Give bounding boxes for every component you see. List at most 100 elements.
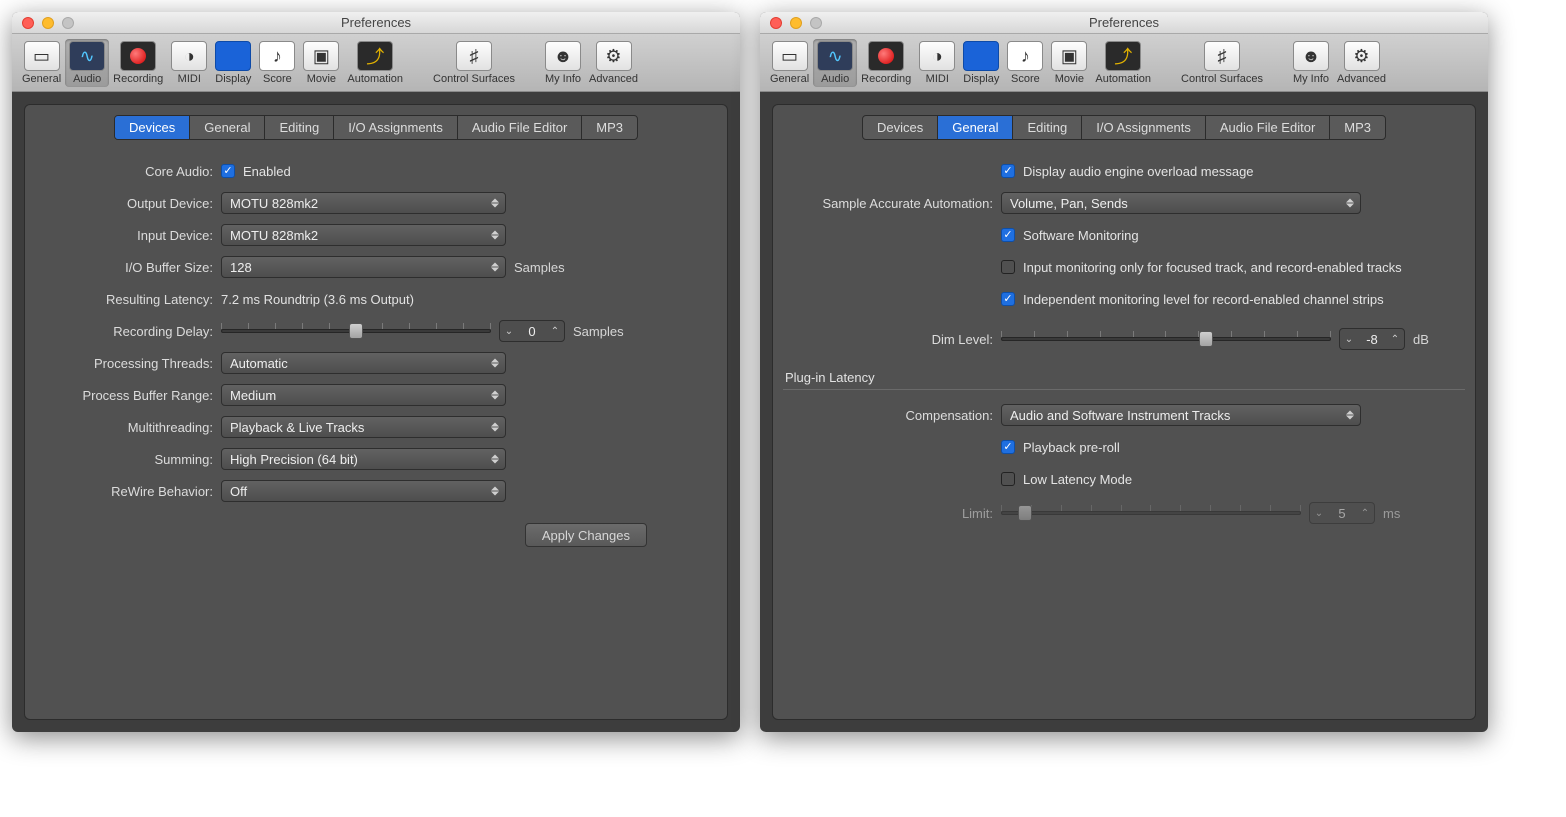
latency-value: 7.2 ms Roundtrip (3.6 ms Output)	[221, 292, 414, 307]
toolbar-movie[interactable]: ▣Movie	[299, 39, 343, 87]
preferences-toolbar: ▭General ∿Audio Recording ◑MIDI Display …	[12, 34, 740, 92]
toolbar-control-surfaces[interactable]: ♯Control Surfaces	[429, 39, 519, 87]
stepper-up-icon[interactable]: ⌃	[546, 326, 564, 337]
limit-slider	[1001, 502, 1301, 524]
my-info-icon: ☻	[1293, 41, 1329, 71]
tab-mp3[interactable]: MP3	[1330, 116, 1385, 139]
rewire-select[interactable]: Off	[221, 480, 506, 502]
toolbar-recording[interactable]: Recording	[857, 39, 915, 87]
input-monitoring-checkbox[interactable]	[1001, 260, 1015, 274]
midi-icon: ◑	[919, 41, 955, 71]
advanced-icon: ⚙	[1344, 41, 1380, 71]
io-buffer-label: I/O Buffer Size:	[35, 260, 221, 275]
stepper-down-icon[interactable]: ⌄	[500, 326, 518, 337]
general-panel: Devices General Editing I/O Assignments …	[772, 104, 1476, 720]
audio-icon: ∿	[69, 41, 105, 71]
tab-io-assignments[interactable]: I/O Assignments	[334, 116, 458, 139]
toolbar-general[interactable]: ▭General	[766, 39, 813, 87]
summing-select[interactable]: High Precision (64 bit)	[221, 448, 506, 470]
output-device-select[interactable]: MOTU 828mk2	[221, 192, 506, 214]
toolbar-movie[interactable]: ▣Movie	[1047, 39, 1091, 87]
apply-changes-button[interactable]: Apply Changes	[525, 523, 647, 547]
dim-level-stepper[interactable]: ⌄ -8 ⌃	[1339, 328, 1405, 350]
limit-label: Limit:	[783, 506, 1001, 521]
toolbar-display[interactable]: Display	[959, 39, 1003, 87]
toolbar-automation[interactable]: ⤴Automation	[1091, 39, 1155, 87]
toolbar-midi[interactable]: ◑MIDI	[915, 39, 959, 87]
latency-label: Resulting Latency:	[35, 292, 221, 307]
recording-delay-stepper[interactable]: ⌄ 0 ⌃	[499, 320, 565, 342]
general-icon: ▭	[772, 41, 808, 71]
multithreading-select[interactable]: Playback & Live Tracks	[221, 416, 506, 438]
compensation-select[interactable]: Audio and Software Instrument Tracks	[1001, 404, 1361, 426]
stepper-up-icon: ⌃	[1356, 508, 1374, 519]
tab-general[interactable]: General	[190, 116, 265, 139]
toolbar-display[interactable]: Display	[211, 39, 255, 87]
titlebar[interactable]: Preferences	[760, 12, 1488, 34]
window-title: Preferences	[760, 15, 1488, 30]
toolbar-score[interactable]: ♪Score	[1003, 39, 1047, 87]
core-audio-text: Enabled	[243, 164, 291, 179]
preferences-window-devices: Preferences ▭General ∿Audio Recording ◑M…	[12, 12, 740, 732]
audio-tab-bar: Devices General Editing I/O Assignments …	[114, 115, 638, 140]
movie-icon: ▣	[303, 41, 339, 71]
tab-audio-file-editor[interactable]: Audio File Editor	[1206, 116, 1330, 139]
toolbar-recording[interactable]: Recording	[109, 39, 167, 87]
plugin-latency-heading: Plug-in Latency	[785, 370, 1465, 385]
recording-delay-slider[interactable]	[221, 320, 491, 342]
stepper-down-icon[interactable]: ⌄	[1340, 334, 1358, 345]
score-icon: ♪	[1007, 41, 1043, 71]
toolbar-my-info[interactable]: ☻My Info	[1289, 39, 1333, 87]
process-buffer-select[interactable]: Medium	[221, 384, 506, 406]
automation-icon: ⤴	[357, 41, 393, 71]
threads-select[interactable]: Automatic	[221, 352, 506, 374]
control-surfaces-icon: ♯	[456, 41, 492, 71]
display-icon	[215, 41, 251, 71]
divider	[783, 389, 1465, 390]
movie-icon: ▣	[1051, 41, 1087, 71]
tab-mp3[interactable]: MP3	[582, 116, 637, 139]
threads-label: Processing Threads:	[35, 356, 221, 371]
control-surfaces-icon: ♯	[1204, 41, 1240, 71]
toolbar-audio[interactable]: ∿Audio	[813, 39, 857, 87]
input-monitoring-label: Input monitoring only for focused track,…	[1023, 260, 1402, 275]
toolbar-score[interactable]: ♪Score	[255, 39, 299, 87]
core-audio-label: Core Audio:	[35, 164, 221, 179]
tab-editing[interactable]: Editing	[265, 116, 334, 139]
audio-tab-bar: Devices General Editing I/O Assignments …	[862, 115, 1386, 140]
input-device-select[interactable]: MOTU 828mk2	[221, 224, 506, 246]
low-latency-checkbox[interactable]	[1001, 472, 1015, 486]
preroll-checkbox[interactable]	[1001, 440, 1015, 454]
software-monitoring-checkbox[interactable]	[1001, 228, 1015, 242]
dim-level-slider[interactable]	[1001, 328, 1331, 350]
overload-checkbox[interactable]	[1001, 164, 1015, 178]
toolbar-audio[interactable]: ∿Audio	[65, 39, 109, 87]
recording-icon	[120, 41, 156, 71]
tab-general[interactable]: General	[938, 116, 1013, 139]
output-device-label: Output Device:	[35, 196, 221, 211]
io-buffer-select[interactable]: 128	[221, 256, 506, 278]
display-icon	[963, 41, 999, 71]
toolbar-my-info[interactable]: ☻My Info	[541, 39, 585, 87]
sample-accurate-select[interactable]: Volume, Pan, Sends	[1001, 192, 1361, 214]
independent-monitoring-checkbox[interactable]	[1001, 292, 1015, 306]
tab-devices[interactable]: Devices	[115, 116, 190, 139]
input-device-label: Input Device:	[35, 228, 221, 243]
recording-delay-unit: Samples	[573, 324, 624, 339]
io-buffer-unit: Samples	[514, 260, 565, 275]
recording-icon	[868, 41, 904, 71]
tab-audio-file-editor[interactable]: Audio File Editor	[458, 116, 582, 139]
toolbar-general[interactable]: ▭General	[18, 39, 65, 87]
toolbar-automation[interactable]: ⤴Automation	[343, 39, 407, 87]
titlebar[interactable]: Preferences	[12, 12, 740, 34]
toolbar-advanced[interactable]: ⚙Advanced	[585, 39, 642, 87]
tab-devices[interactable]: Devices	[863, 116, 938, 139]
toolbar-midi[interactable]: ◑MIDI	[167, 39, 211, 87]
overload-label: Display audio engine overload message	[1023, 164, 1254, 179]
tab-editing[interactable]: Editing	[1013, 116, 1082, 139]
toolbar-control-surfaces[interactable]: ♯Control Surfaces	[1177, 39, 1267, 87]
toolbar-advanced[interactable]: ⚙Advanced	[1333, 39, 1390, 87]
core-audio-checkbox[interactable]	[221, 164, 235, 178]
stepper-up-icon[interactable]: ⌃	[1386, 334, 1404, 345]
tab-io-assignments[interactable]: I/O Assignments	[1082, 116, 1206, 139]
